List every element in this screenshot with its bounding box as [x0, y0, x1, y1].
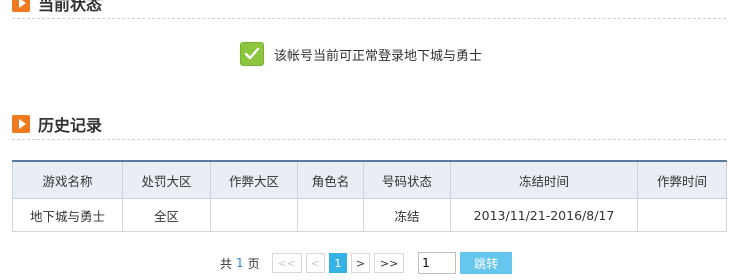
play-arrow-icon — [12, 115, 30, 133]
page-number-input[interactable] — [418, 252, 457, 274]
prev-page-button[interactable]: < — [305, 253, 325, 273]
total-suffix: 页 — [247, 256, 260, 271]
table-row: 地下城与勇士 全区 冻结 2013/11/21-2016/8/17 — [12, 198, 727, 232]
cell-character-name — [297, 198, 364, 232]
column-header-cheat-time: 作弊时间 — [637, 160, 727, 199]
page-1-button[interactable]: 1 — [328, 253, 347, 273]
checkmark-icon — [240, 42, 264, 66]
account-status: 该帐号当前可正常登录地下城与勇士 — [240, 42, 482, 66]
table-header-row: 游戏名称 处罚大区 作弊大区 角色名 号码状态 冻结时间 作弊时间 — [12, 160, 727, 199]
current-status-title: 当前状态 — [38, 0, 103, 14]
pagination: 共 1 页 << < 1 > >> 跳转 — [220, 252, 513, 274]
current-status-header: 当前状态 — [12, 0, 102, 15]
cell-game-name: 地下城与勇士 — [12, 198, 123, 232]
history-header: 历史记录 — [12, 112, 102, 136]
next-page-button[interactable]: > — [350, 253, 371, 273]
jump-button[interactable]: 跳转 — [460, 252, 513, 274]
total-prefix: 共 — [220, 256, 233, 271]
cell-cheat-time — [637, 198, 727, 232]
cell-freeze-time: 2013/11/21-2016/8/17 — [450, 198, 638, 232]
history-divider — [12, 139, 726, 140]
first-page-button[interactable]: << — [271, 253, 302, 273]
account-status-message: 该帐号当前可正常登录地下城与勇士 — [274, 48, 483, 64]
current-status-divider — [12, 18, 726, 19]
column-header-character-name: 角色名 — [297, 160, 364, 199]
total-pages: 1 — [236, 256, 244, 270]
column-header-penalty-region: 处罚大区 — [122, 160, 211, 199]
last-page-button[interactable]: >> — [374, 253, 405, 273]
cell-penalty-region: 全区 — [122, 198, 211, 232]
column-header-freeze-time: 冻结时间 — [450, 160, 638, 199]
column-header-cheat-region: 作弊大区 — [210, 160, 298, 199]
history-title: 历史记录 — [38, 116, 103, 135]
history-table: 游戏名称 处罚大区 作弊大区 角色名 号码状态 冻结时间 作弊时间 地下城与勇士… — [12, 160, 727, 232]
column-header-account-status: 号码状态 — [363, 160, 451, 199]
play-arrow-icon — [12, 0, 30, 12]
column-header-game-name: 游戏名称 — [12, 160, 123, 199]
cell-cheat-region — [210, 198, 298, 232]
cell-account-status: 冻结 — [363, 198, 451, 232]
